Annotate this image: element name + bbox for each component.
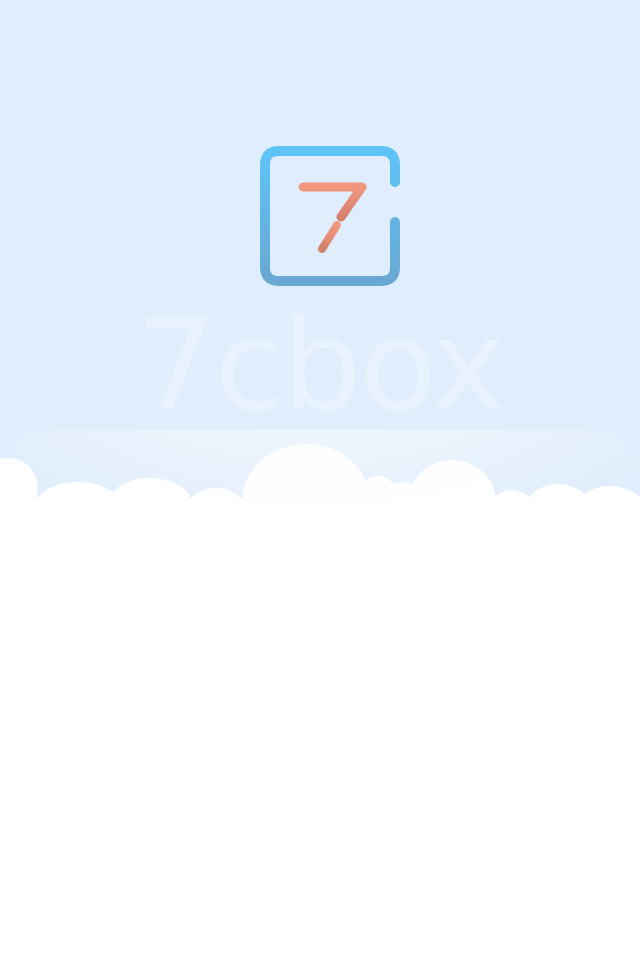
- cloud-banner: [0, 430, 640, 660]
- seven-glyph: [298, 182, 367, 253]
- app-logo-icon: [259, 145, 401, 287]
- app-name-wordmark: 7cbox: [136, 292, 505, 439]
- splash-screen: 7cbox: [0, 0, 640, 960]
